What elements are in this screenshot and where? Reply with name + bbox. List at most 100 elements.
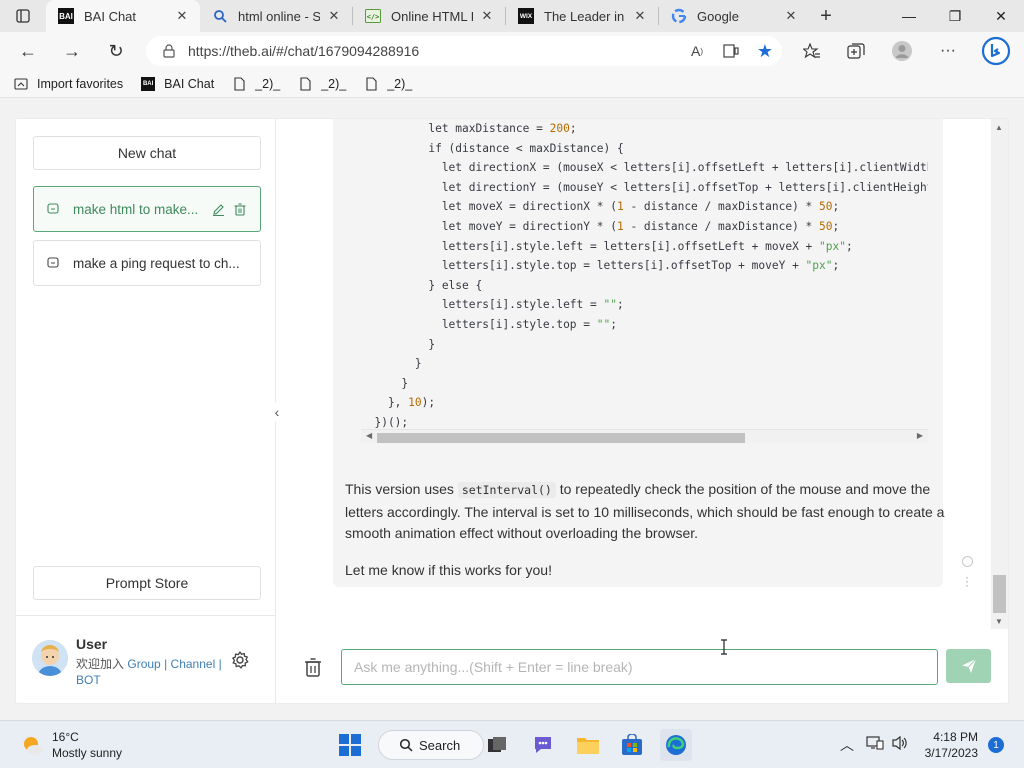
bing-icon bbox=[981, 36, 1011, 66]
code-content: let maxDistance = 200; if (distance < ma… bbox=[361, 122, 928, 429]
chat-bubble-icon bbox=[47, 203, 59, 214]
favorite-bai-chat[interactable]: BAI BAI Chat bbox=[141, 76, 214, 91]
scroll-up-icon[interactable]: ▲ bbox=[995, 123, 1003, 132]
close-icon[interactable]: ✕ bbox=[783, 8, 799, 24]
link-separator: | bbox=[218, 657, 222, 671]
scrollbar-thumb[interactable] bbox=[377, 433, 745, 443]
channel-link[interactable]: Channel bbox=[171, 657, 216, 671]
scroll-down-icon[interactable]: ▼ bbox=[995, 617, 1003, 626]
tab-title: Online HTML Ed bbox=[391, 8, 473, 24]
favorites-button[interactable] bbox=[790, 34, 834, 68]
favorites-list-icon bbox=[803, 43, 820, 59]
send-button[interactable] bbox=[946, 649, 991, 683]
minimize-button[interactable]: — bbox=[886, 0, 932, 32]
community-links: 欢迎加入 Group | Channel | BOT bbox=[76, 656, 236, 688]
paragraph-text: This version uses bbox=[345, 481, 458, 497]
chat-input-row bbox=[277, 647, 1008, 687]
close-window-button[interactable]: ✕ bbox=[978, 0, 1024, 32]
tab-bai-chat[interactable]: BAI BAI Chat ✕ bbox=[46, 0, 200, 32]
code-horizontal-scrollbar[interactable]: ◀ ▶ bbox=[361, 429, 928, 443]
edge-button[interactable] bbox=[660, 729, 692, 761]
close-icon[interactable]: ✕ bbox=[632, 8, 648, 24]
message-paragraph: Let me know if this works for you! bbox=[345, 561, 552, 578]
minimize-icon: — bbox=[902, 8, 916, 24]
taskbar-search[interactable]: Search bbox=[378, 730, 484, 760]
settings-more-button[interactable]: ··· bbox=[926, 34, 970, 68]
chat-bubble-icon bbox=[47, 257, 59, 268]
network-icon[interactable] bbox=[866, 735, 884, 754]
immersive-reader-icon[interactable] bbox=[714, 36, 748, 66]
refresh-button[interactable]: ↻ bbox=[94, 33, 138, 69]
scroll-left-icon[interactable]: ◀ bbox=[366, 431, 372, 440]
user-panel: User 欢迎加入 Group | Channel | BOT bbox=[16, 615, 276, 703]
close-icon[interactable]: ✕ bbox=[326, 8, 342, 24]
google-logo-icon bbox=[671, 8, 687, 24]
bot-link[interactable]: BOT bbox=[76, 673, 101, 687]
tab-wix[interactable]: WIX The Leader in W ✕ bbox=[506, 0, 658, 32]
more-horizontal-icon: ··· bbox=[940, 42, 956, 59]
chat-input[interactable] bbox=[341, 649, 938, 685]
show-hidden-icons-button[interactable]: ︿ bbox=[840, 735, 854, 755]
profile-button[interactable] bbox=[880, 34, 924, 68]
chat-item[interactable]: make a ping request to ch... bbox=[33, 240, 261, 286]
scroll-right-icon[interactable]: ▶ bbox=[917, 431, 923, 440]
chat-app-button[interactable] bbox=[527, 729, 559, 761]
new-chat-button[interactable]: New chat bbox=[33, 136, 261, 170]
start-button[interactable] bbox=[334, 729, 366, 761]
volume-icon[interactable] bbox=[891, 735, 909, 754]
page-icon bbox=[300, 76, 311, 91]
message-status-icon bbox=[962, 556, 973, 567]
user-name: User bbox=[76, 636, 108, 652]
more-vertical-icon[interactable]: · · · bbox=[965, 571, 969, 591]
gear-icon[interactable] bbox=[230, 650, 250, 670]
back-button[interactable]: ← bbox=[6, 33, 50, 69]
avatar-icon bbox=[892, 41, 912, 61]
bing-button[interactable] bbox=[974, 34, 1018, 68]
new-tab-button[interactable]: + bbox=[809, 0, 843, 32]
sun-cloud-icon bbox=[24, 737, 43, 755]
arrow-right-icon: → bbox=[63, 40, 81, 61]
clock-time: 4:18 PM bbox=[933, 730, 978, 744]
file-explorer-button[interactable] bbox=[572, 729, 604, 761]
collections-button[interactable] bbox=[834, 34, 878, 68]
url-text[interactable]: https://theb.ai/#/chat/1679094288916 bbox=[188, 43, 680, 59]
read-aloud-icon[interactable]: A) bbox=[680, 36, 714, 66]
chevron-up-icon: ︿ bbox=[840, 737, 854, 753]
message-text: This version uses setInterval() to repea… bbox=[345, 479, 945, 596]
favorite-page-1[interactable]: _2)_ bbox=[232, 77, 280, 91]
task-view-button[interactable] bbox=[481, 729, 513, 761]
favorite-label: Import favorites bbox=[37, 76, 124, 91]
close-icon[interactable]: ✕ bbox=[479, 8, 495, 24]
tab-online-html-editor[interactable]: </> Online HTML Ed ✕ bbox=[353, 0, 505, 32]
system-clock[interactable]: 4:18 PM 3/17/2023 bbox=[918, 729, 978, 761]
close-icon[interactable]: ✕ bbox=[174, 8, 190, 24]
store-button[interactable] bbox=[616, 729, 648, 761]
prompt-store-button[interactable]: Prompt Store bbox=[33, 566, 261, 600]
chat-title: make a ping request to ch... bbox=[73, 255, 240, 271]
close-icon: ✕ bbox=[995, 7, 1007, 24]
tab-actions-button[interactable] bbox=[0, 0, 46, 32]
favorite-page-3[interactable]: _2)_ bbox=[364, 77, 412, 91]
edit-button[interactable] bbox=[210, 201, 226, 217]
code-block: let maxDistance = 200; if (distance < ma… bbox=[361, 119, 928, 449]
weather-widget[interactable]: 16°C Mostly sunny bbox=[20, 729, 122, 761]
notification-badge[interactable]: 1 bbox=[988, 737, 1004, 753]
favorite-label: _2)_ bbox=[387, 76, 413, 91]
trash-icon[interactable] bbox=[304, 657, 322, 677]
browser-tab-strip: BAI BAI Chat ✕ html online - Se ✕ </> On… bbox=[0, 0, 1024, 32]
address-bar[interactable]: https://theb.ai/#/chat/1679094288916 A) … bbox=[146, 36, 782, 66]
tab-google[interactable]: Google ✕ bbox=[659, 0, 809, 32]
chat-vertical-scrollbar[interactable]: ▲ ▼ bbox=[991, 119, 1008, 629]
chat-item-active[interactable]: make html to make... bbox=[33, 186, 261, 232]
favorite-import[interactable]: Import favorites bbox=[14, 77, 123, 91]
avatar[interactable] bbox=[32, 640, 68, 676]
tab-html-online[interactable]: html online - Se ✕ bbox=[200, 0, 352, 32]
scrollbar-thumb[interactable] bbox=[993, 575, 1006, 613]
delete-chat-button[interactable] bbox=[232, 201, 248, 217]
group-link[interactable]: Group bbox=[127, 657, 160, 671]
favorite-star-icon[interactable]: ★ bbox=[748, 36, 782, 66]
avatar-face-icon bbox=[32, 640, 68, 676]
forward-button[interactable]: → bbox=[50, 33, 94, 69]
favorite-page-2[interactable]: _2)_ bbox=[298, 77, 346, 91]
restore-button[interactable]: ❐ bbox=[932, 0, 978, 32]
